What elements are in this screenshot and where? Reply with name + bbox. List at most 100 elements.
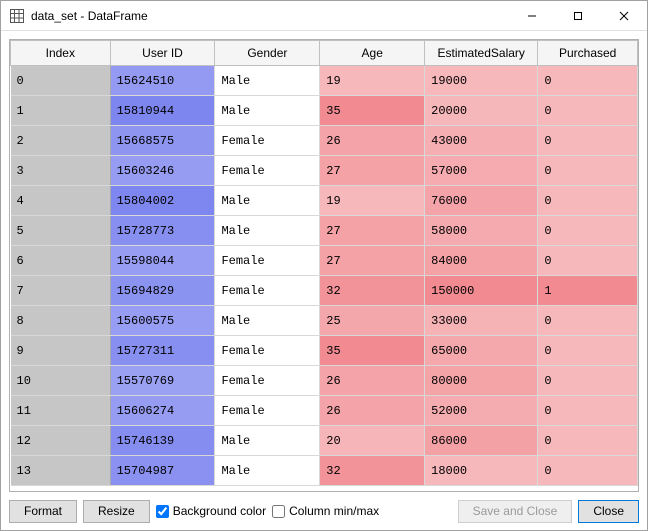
cell-purchased[interactable]: 0 <box>538 396 638 426</box>
cell-idx[interactable]: 10 <box>11 366 111 396</box>
table-row[interactable]: 815600575Male25330000 <box>11 306 638 336</box>
cell-purchased[interactable]: 0 <box>538 66 638 96</box>
cell-userid[interactable]: 15598044 <box>110 246 215 276</box>
cell-age[interactable]: 27 <box>320 216 425 246</box>
format-button[interactable]: Format <box>9 500 77 523</box>
cell-gender[interactable]: Female <box>215 276 320 306</box>
table-row[interactable]: 215668575Female26430000 <box>11 126 638 156</box>
table-row[interactable]: 515728773Male27580000 <box>11 216 638 246</box>
cell-salary[interactable]: 33000 <box>425 306 538 336</box>
cell-gender[interactable]: Female <box>215 366 320 396</box>
table-scroll[interactable]: Index User ID Gender Age EstimatedSalary… <box>10 40 638 491</box>
cell-idx[interactable]: 1 <box>11 96 111 126</box>
cell-salary[interactable]: 19000 <box>425 66 538 96</box>
cell-idx[interactable]: 8 <box>11 306 111 336</box>
cell-salary[interactable]: 76000 <box>425 186 538 216</box>
cell-userid[interactable]: 15746139 <box>110 426 215 456</box>
cell-salary[interactable]: 18000 <box>425 456 538 486</box>
cell-idx[interactable]: 7 <box>11 276 111 306</box>
column-minmax-checkbox[interactable]: Column min/max <box>272 504 379 518</box>
col-header-userid[interactable]: User ID <box>110 41 215 66</box>
cell-userid[interactable]: 15694829 <box>110 276 215 306</box>
cell-idx[interactable]: 2 <box>11 126 111 156</box>
cell-purchased[interactable]: 0 <box>538 456 638 486</box>
table-row[interactable]: 915727311Female35650000 <box>11 336 638 366</box>
cell-gender[interactable]: Female <box>215 156 320 186</box>
col-header-age[interactable]: Age <box>320 41 425 66</box>
cell-gender[interactable]: Male <box>215 216 320 246</box>
cell-age[interactable]: 32 <box>320 456 425 486</box>
cell-salary[interactable]: 84000 <box>425 246 538 276</box>
cell-idx[interactable]: 0 <box>11 66 111 96</box>
cell-salary[interactable]: 65000 <box>425 336 538 366</box>
cell-gender[interactable]: Female <box>215 396 320 426</box>
cell-idx[interactable]: 4 <box>11 186 111 216</box>
cell-purchased[interactable]: 0 <box>538 186 638 216</box>
cell-age[interactable]: 20 <box>320 426 425 456</box>
table-row[interactable]: 315603246Female27570000 <box>11 156 638 186</box>
col-header-index[interactable]: Index <box>11 41 111 66</box>
column-minmax-input[interactable] <box>272 505 285 518</box>
cell-purchased[interactable]: 0 <box>538 426 638 456</box>
cell-age[interactable]: 19 <box>320 186 425 216</box>
cell-age[interactable]: 19 <box>320 66 425 96</box>
table-row[interactable]: 1315704987Male32180000 <box>11 456 638 486</box>
cell-salary[interactable]: 150000 <box>425 276 538 306</box>
cell-gender[interactable]: Male <box>215 306 320 336</box>
table-row[interactable]: 115810944Male35200000 <box>11 96 638 126</box>
table-row[interactable]: 1015570769Female26800000 <box>11 366 638 396</box>
cell-salary[interactable]: 80000 <box>425 366 538 396</box>
cell-age[interactable]: 26 <box>320 126 425 156</box>
cell-age[interactable]: 32 <box>320 276 425 306</box>
table-row[interactable]: 1115606274Female26520000 <box>11 396 638 426</box>
cell-userid[interactable]: 15570769 <box>110 366 215 396</box>
table-row[interactable]: 015624510Male19190000 <box>11 66 638 96</box>
cell-idx[interactable]: 6 <box>11 246 111 276</box>
cell-purchased[interactable]: 0 <box>538 156 638 186</box>
cell-purchased[interactable]: 0 <box>538 366 638 396</box>
cell-gender[interactable]: Female <box>215 336 320 366</box>
minimize-button[interactable] <box>509 1 555 30</box>
cell-idx[interactable]: 5 <box>11 216 111 246</box>
cell-gender[interactable]: Male <box>215 186 320 216</box>
titlebar[interactable]: data_set - DataFrame <box>1 1 647 31</box>
background-color-checkbox[interactable]: Background color <box>156 504 266 518</box>
cell-age[interactable]: 35 <box>320 336 425 366</box>
cell-gender[interactable]: Male <box>215 96 320 126</box>
cell-age[interactable]: 27 <box>320 246 425 276</box>
cell-salary[interactable]: 43000 <box>425 126 538 156</box>
cell-salary[interactable]: 86000 <box>425 426 538 456</box>
col-header-purchased[interactable]: Purchased <box>538 41 638 66</box>
cell-purchased[interactable]: 0 <box>538 96 638 126</box>
cell-purchased[interactable]: 0 <box>538 216 638 246</box>
cell-idx[interactable]: 13 <box>11 456 111 486</box>
cell-purchased[interactable]: 0 <box>538 306 638 336</box>
save-and-close-button[interactable]: Save and Close <box>458 500 573 523</box>
cell-salary[interactable]: 58000 <box>425 216 538 246</box>
table-row[interactable]: 615598044Female27840000 <box>11 246 638 276</box>
close-button[interactable] <box>601 1 647 30</box>
cell-userid[interactable]: 15804002 <box>110 186 215 216</box>
cell-age[interactable]: 27 <box>320 156 425 186</box>
table-row[interactable]: 1215746139Male20860000 <box>11 426 638 456</box>
col-header-gender[interactable]: Gender <box>215 41 320 66</box>
cell-idx[interactable]: 3 <box>11 156 111 186</box>
cell-userid[interactable]: 15668575 <box>110 126 215 156</box>
cell-idx[interactable]: 9 <box>11 336 111 366</box>
cell-idx[interactable]: 12 <box>11 426 111 456</box>
background-color-input[interactable] <box>156 505 169 518</box>
cell-userid[interactable]: 15606274 <box>110 396 215 426</box>
cell-purchased[interactable]: 1 <box>538 276 638 306</box>
col-header-salary[interactable]: EstimatedSalary <box>425 41 538 66</box>
cell-purchased[interactable]: 0 <box>538 246 638 276</box>
cell-userid[interactable]: 15603246 <box>110 156 215 186</box>
cell-userid[interactable]: 15727311 <box>110 336 215 366</box>
cell-age[interactable]: 35 <box>320 96 425 126</box>
cell-gender[interactable]: Female <box>215 246 320 276</box>
maximize-button[interactable] <box>555 1 601 30</box>
cell-userid[interactable]: 15810944 <box>110 96 215 126</box>
cell-salary[interactable]: 57000 <box>425 156 538 186</box>
cell-age[interactable]: 26 <box>320 366 425 396</box>
resize-button[interactable]: Resize <box>83 500 150 523</box>
cell-salary[interactable]: 20000 <box>425 96 538 126</box>
